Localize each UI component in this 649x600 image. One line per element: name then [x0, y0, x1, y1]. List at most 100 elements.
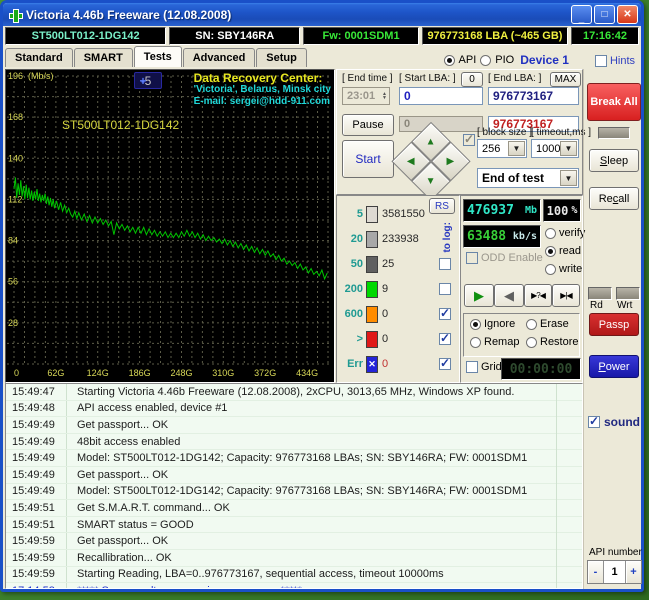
- counter-row->: >0: [337, 327, 459, 351]
- dropdown-arrow-icon[interactable]: ▼: [560, 170, 577, 186]
- start-lba-input[interactable]: 0: [399, 87, 483, 105]
- hints-checkbox[interactable]: [594, 55, 607, 67]
- tab-standard[interactable]: Standard: [5, 48, 73, 67]
- api-plus-button[interactable]: +: [625, 561, 641, 583]
- read-option[interactable]: read: [545, 245, 581, 257]
- log-row: 15:49:51 SMART status = GOOD: [6, 516, 582, 534]
- svg-text:28: 28: [8, 318, 18, 328]
- tab-smart[interactable]: SMART: [73, 48, 133, 67]
- timeout-combo[interactable]: 10000 ▼: [531, 139, 579, 158]
- play-button[interactable]: ▶: [464, 284, 494, 307]
- svg-text:(Mb/s): (Mb/s): [28, 71, 54, 81]
- hints-label: Hints: [609, 55, 635, 67]
- to-log-checkbox[interactable]: [439, 356, 451, 370]
- counter-row-20: 20 233938: [337, 227, 459, 251]
- to-log-checkbox[interactable]: [439, 283, 451, 295]
- seek-checkbox[interactable]: [463, 132, 475, 146]
- spinner-arrows-icon[interactable]: ▲ ▼: [382, 92, 389, 101]
- end-action-combo[interactable]: End of test ▼: [477, 168, 579, 188]
- to-log-checkbox[interactable]: [439, 306, 451, 320]
- pio-radio[interactable]: [480, 54, 492, 66]
- remap-option[interactable]: Remap: [470, 336, 519, 348]
- sound-option[interactable]: sound: [588, 414, 640, 429]
- tab-advanced[interactable]: Advanced: [182, 48, 256, 67]
- api-number-spinner: - 1 +: [587, 560, 642, 584]
- ignore-option[interactable]: Ignore: [470, 318, 515, 330]
- counter-color-block: [366, 305, 378, 323]
- ignore-radio[interactable]: [470, 318, 481, 330]
- right-sidebar: Break All Sleep Re c all Rd Wrt Passp Powe…: [583, 69, 642, 589]
- tab-tests[interactable]: Tests: [133, 46, 182, 67]
- zero-button[interactable]: 0: [461, 72, 483, 87]
- end-lba-input[interactable]: 976773167: [488, 87, 579, 105]
- log-message: SMART status = GOOD: [66, 516, 582, 533]
- tab-setup[interactable]: Setup: [256, 48, 307, 67]
- erase-option[interactable]: Erase: [526, 318, 569, 330]
- counter-label: Err: [347, 358, 363, 370]
- counter-row-Err: Err ✕ 0: [337, 352, 459, 376]
- restore-option[interactable]: Restore: [526, 336, 579, 348]
- skip-button[interactable]: ▶?◀: [524, 284, 552, 307]
- power-button[interactable]: Power: [589, 355, 639, 378]
- log-message: Get passport... OK: [66, 533, 582, 549]
- write-option[interactable]: write: [545, 263, 582, 275]
- to-log-checkbox[interactable]: [439, 331, 451, 345]
- watermark: Data Recovery Center: 'Victoria', Belaru…: [193, 71, 331, 107]
- counter-color-block: ✕: [366, 355, 378, 373]
- step-button[interactable]: ▶|◀: [552, 284, 580, 307]
- rd-indicator: [588, 287, 612, 300]
- sound-checkbox[interactable]: [588, 414, 600, 428]
- grid-option[interactable]: Grid: [466, 361, 502, 373]
- log-timestamp: 15:49:59: [12, 551, 55, 564]
- max-button[interactable]: MAX: [550, 72, 581, 87]
- to-log-checkbox[interactable]: [439, 258, 451, 270]
- api-radio[interactable]: [443, 54, 455, 66]
- api-label: API: [458, 54, 477, 66]
- end-time-spinner[interactable]: 23:01 ▲ ▼: [342, 87, 390, 105]
- minimize-button[interactable]: _: [571, 5, 592, 24]
- block-size-combo[interactable]: 256 ▼: [477, 139, 527, 158]
- percent-lcd: 100%: [543, 199, 581, 222]
- graph-model-label: ST500LT012-1DG142: [62, 118, 180, 132]
- log-timestamp: 15:49:47: [12, 385, 55, 398]
- title-bar[interactable]: Victoria 4.46b Freeware (12.08.2008) _ □…: [3, 3, 641, 26]
- log-row: 15:49:49 Get passport... OK: [6, 466, 582, 484]
- counter-value: 3581550: [382, 208, 425, 220]
- svg-text:84: 84: [8, 236, 18, 246]
- close-button[interactable]: ✕: [617, 5, 638, 24]
- log-message: Get passport... OK: [66, 417, 582, 433]
- svg-text:196: 196: [8, 71, 23, 81]
- grid-checkbox[interactable]: [466, 361, 478, 373]
- seek-pad: ▲ ▶ ◀ ▼: [391, 120, 471, 202]
- scale-plus-button[interactable]: +: [135, 74, 151, 88]
- write-radio[interactable]: [545, 263, 556, 275]
- timeout-label: [ timeout,ms ]: [531, 127, 592, 138]
- counter-color-block: [366, 205, 378, 223]
- timer-lcd: 00:00:00: [501, 358, 581, 380]
- test-controls-panel: [ End time ] [ Start LBA: ] 0 [ End LBA:…: [336, 69, 591, 202]
- svg-text:168: 168: [8, 112, 23, 122]
- dropdown-arrow-icon[interactable]: ▼: [560, 141, 577, 156]
- erase-radio[interactable]: [526, 318, 537, 330]
- dropdown-arrow-icon[interactable]: ▼: [508, 141, 525, 156]
- break-all-button[interactable]: Break All: [587, 83, 641, 121]
- verify-option[interactable]: verify: [545, 227, 585, 239]
- svg-text:434G: 434G: [296, 368, 318, 378]
- back-button[interactable]: ◀: [494, 284, 524, 307]
- passp-button[interactable]: Passp: [589, 313, 639, 336]
- log-message: Starting Reading, LBA=0..976773167, sequ…: [66, 566, 582, 583]
- maximize-button[interactable]: □: [594, 5, 615, 24]
- event-log[interactable]: 15:49:47 Starting Victoria 4.46b Freeware…: [5, 383, 583, 589]
- svg-text:124G: 124G: [87, 368, 109, 378]
- speed-lcd: 63488 kb/s: [463, 225, 541, 248]
- start-button[interactable]: Start: [342, 140, 394, 178]
- read-radio[interactable]: [545, 245, 556, 257]
- sleep-button[interactable]: Sleep: [589, 149, 639, 172]
- restore-radio[interactable]: [526, 336, 537, 348]
- verify-radio[interactable]: [545, 227, 556, 239]
- remap-radio[interactable]: [470, 336, 481, 348]
- api-minus-button[interactable]: -: [588, 561, 604, 583]
- pause-button[interactable]: Pause: [342, 114, 394, 136]
- recall-button[interactable]: Re c all: [589, 187, 639, 210]
- drive-firmware: Fw: 0001SDM1: [303, 27, 419, 45]
